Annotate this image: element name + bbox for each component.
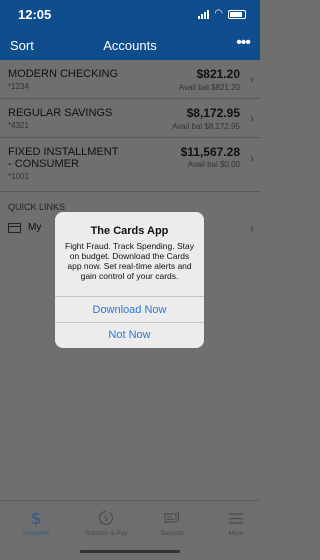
account-number: *1234 (8, 82, 29, 91)
quick-link-label: My (28, 222, 42, 233)
account-balance: $11,567.28 (180, 145, 240, 159)
chevron-right-icon: › (250, 221, 254, 235)
tab-label: More (228, 530, 244, 537)
account-available-balance: Avail bal $8,172.95 (172, 122, 240, 131)
quick-links-header: QUICK LINKS (8, 202, 66, 212)
home-indicator (80, 550, 180, 553)
account-number: *4321 (8, 121, 29, 130)
dialog-divider (55, 296, 204, 297)
tab-label: Transfer & Pay (84, 530, 128, 537)
page-title: Accounts (103, 38, 157, 53)
deposit-icon (146, 509, 198, 527)
account-balance: $8,172.95 (186, 106, 240, 120)
dialog-divider (55, 322, 204, 323)
account-name: FIXED INSTALLMENT - CONSUMER (8, 146, 119, 170)
nav-bar: Sort Accounts ••• (0, 30, 260, 60)
tab-accounts[interactable]: $ Accounts (10, 509, 62, 537)
battery-icon (228, 9, 246, 19)
account-name: MODERN CHECKING (8, 68, 119, 80)
dialog-message: Fight Fraud. Track Spending. Stay on bud… (65, 241, 194, 281)
svg-text:$: $ (103, 514, 108, 523)
download-now-button[interactable]: Download Now (55, 304, 204, 316)
tab-transfer-pay[interactable]: $ Transfer & Pay (80, 509, 132, 537)
more-menu-button[interactable]: ••• (236, 34, 251, 52)
tab-more[interactable]: More (210, 509, 262, 537)
account-row[interactable]: FIXED INSTALLMENT - CONSUMER *1001 $11,5… (0, 138, 260, 192)
tab-deposit[interactable]: Deposit (146, 509, 198, 537)
wifi-icon: ◠ (214, 8, 223, 19)
chevron-right-icon: › (250, 111, 254, 125)
chevron-right-icon: › (250, 72, 254, 86)
status-icons: ◠ (198, 9, 246, 19)
status-bar: 12:05 ◠ (0, 0, 260, 30)
transfer-pay-icon: $ (80, 509, 132, 527)
account-number: *1001 (8, 172, 29, 181)
tab-label: Deposit (160, 530, 184, 537)
chevron-right-icon: › (250, 151, 254, 165)
cards-app-dialog: The Cards App Fight Fraud. Track Spendin… (55, 212, 204, 348)
dialog-title: The Cards App (90, 225, 169, 237)
tab-label: Accounts (22, 530, 50, 537)
menu-icon (210, 509, 262, 527)
account-available-balance: Avail bal $0.00 (187, 160, 240, 169)
dollar-icon: $ (10, 509, 62, 529)
account-balance: $821.20 (196, 67, 240, 81)
account-row[interactable]: REGULAR SAVINGS *4321 $8,172.95 Avail ba… (0, 99, 260, 138)
account-available-balance: Avail bal $821.20 (178, 83, 240, 92)
account-row[interactable]: MODERN CHECKING *1234 $821.20 Avail bal … (0, 60, 260, 99)
signal-icon (198, 9, 210, 19)
status-time: 12:05 (18, 7, 52, 22)
card-icon (8, 223, 21, 233)
svg-text:$: $ (31, 509, 42, 527)
account-name: REGULAR SAVINGS (8, 107, 113, 119)
not-now-button[interactable]: Not Now (55, 329, 204, 341)
